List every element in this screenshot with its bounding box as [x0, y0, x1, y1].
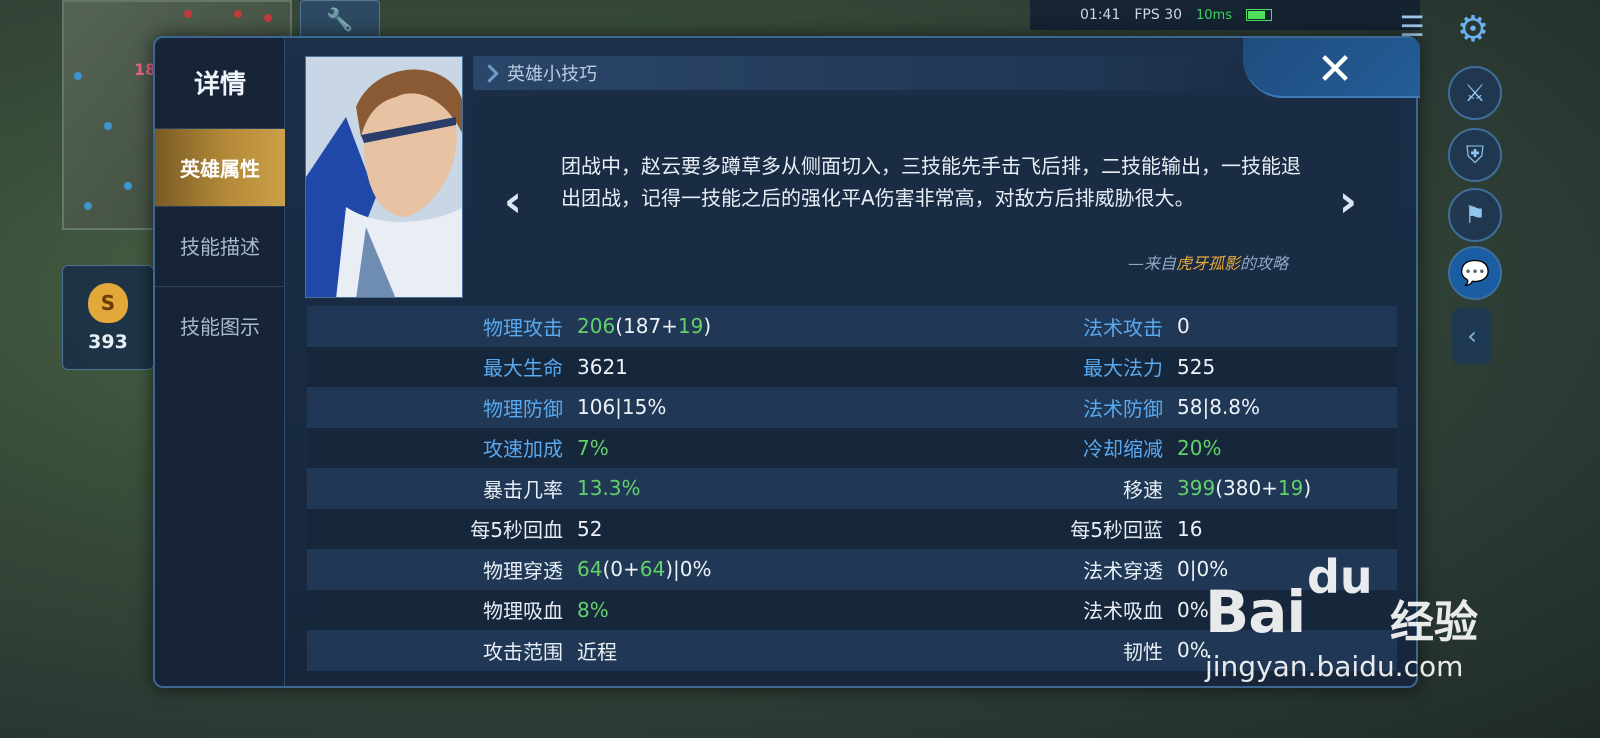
stat-label: 移速 [1123, 477, 1163, 502]
tip-source-prefix: —来自 [1127, 254, 1176, 273]
battery-icon [1246, 9, 1272, 21]
flag-icon[interactable]: ⚑ [1448, 188, 1502, 242]
stat-value: 525 [1177, 354, 1216, 379]
dialog-title: 详情 [193, 70, 246, 100]
hero-portrait-art [306, 57, 462, 297]
stat-value: 3621 [577, 354, 628, 379]
stat-value: 58|8.8% [1177, 395, 1260, 420]
chat-icon[interactable]: 💬 [1448, 246, 1502, 300]
stat-value: 20% [1177, 435, 1222, 460]
stat-value: 64(0+64)|0% [577, 557, 712, 582]
tab-skill-description[interactable]: 技能描述 [155, 206, 285, 284]
stat-value: 13.3% [577, 476, 641, 501]
stat-value: 8% [577, 597, 609, 622]
tip-source: —来自虎牙孤影的攻略 [1128, 250, 1288, 274]
gold-value: 393 [88, 330, 128, 353]
tips-header: 英雄小技巧 [473, 56, 1233, 90]
hero-portrait [305, 56, 463, 298]
stat-row: 攻速加成 7% 冷却缩减 20% [307, 427, 1397, 468]
prev-tip-button[interactable]: ‹ [493, 176, 533, 227]
stat-value: 106|15% [577, 395, 667, 420]
baidu-jingyan-watermark: Bai du 经验 jingyan.baidu.com [1205, 550, 1595, 690]
stat-value: 52 [577, 516, 603, 541]
stat-label: 法术防御 [1083, 396, 1163, 421]
enemy-marker [184, 10, 192, 18]
watermark-paw: du [1307, 550, 1373, 604]
stat-value: 206(187+19) [577, 314, 712, 339]
watermark-jingyan: 经验 [1390, 597, 1478, 648]
stat-label: 冷却缩减 [1083, 437, 1163, 462]
tip-text: 团战中，赵云要多蹲草多从侧面切入，三技能先手击飞后排，二技能输出，一技能退出团战… [561, 154, 1301, 210]
gold-bag-icon: S [88, 282, 128, 323]
ally-marker [84, 202, 92, 210]
stat-label: 物理防御 [483, 396, 563, 421]
stat-label: 韧性 [1123, 639, 1163, 664]
stat-value: 近程 [577, 639, 617, 664]
collapse-icon[interactable]: ‹ [1452, 308, 1492, 364]
tip-panel: ‹ 团战中，赵云要多蹲草多从侧面切入，三技能先手击飞后排，二技能输出，一技能退出… [473, 98, 1398, 298]
wrench-icon[interactable]: 🔧 [300, 0, 380, 40]
enemy-marker [234, 10, 242, 18]
stat-label: 每5秒回血 [470, 518, 563, 543]
stat-label: 最大法力 [1083, 356, 1163, 381]
watermark-brand: Bai [1205, 578, 1306, 646]
stat-value: 16 [1177, 516, 1203, 541]
tab-hero-attributes[interactable]: 英雄属性 [155, 128, 285, 206]
stat-value: 7% [577, 435, 609, 460]
stat-label: 攻击范围 [483, 639, 563, 664]
stat-label: 每5秒回蓝 [1070, 518, 1163, 543]
tip-source-suffix: 的攻略 [1239, 254, 1288, 273]
stat-row: 每5秒回血 52 每5秒回蓝 16 [307, 508, 1397, 549]
fps-readout: FPS 30 [1134, 7, 1183, 23]
stat-row: 物理攻击 206(187+19) 法术攻击 0 [307, 306, 1397, 347]
timer: 01:41 [1080, 7, 1121, 23]
stat-label: 物理穿透 [483, 558, 563, 583]
stat-label: 法术穿透 [1083, 558, 1163, 583]
stat-label: 法术吸血 [1083, 599, 1163, 624]
ally-marker [124, 182, 132, 190]
stat-label: 物理攻击 [483, 315, 563, 340]
stat-row: 暴击几率 13.3% 移速 399(380+19) [307, 468, 1397, 509]
shield-icon[interactable]: ⛨ [1448, 128, 1502, 182]
stat-label: 攻速加成 [483, 437, 563, 462]
stat-label: 最大生命 [483, 356, 563, 381]
ally-marker [74, 72, 82, 80]
enemy-marker [264, 14, 272, 22]
stat-label: 暴击几率 [483, 477, 563, 502]
network-latency: 10ms [1196, 7, 1232, 23]
stat-value: 0 [1177, 314, 1190, 339]
gold-panel[interactable]: S 393 [62, 265, 154, 370]
top-status-bar: 01:41 FPS 30 10ms [1030, 0, 1420, 30]
dialog-sidebar: 详情 英雄属性 技能描述 技能图示 [155, 38, 285, 686]
ally-marker [104, 122, 112, 130]
tip-source-author[interactable]: 虎牙孤影 [1176, 254, 1240, 273]
stat-label: 法术攻击 [1083, 315, 1163, 340]
stat-row: 最大生命 3621 最大法力 525 [307, 346, 1397, 387]
sword-icon[interactable]: ⚔ [1448, 66, 1502, 120]
close-button[interactable]: ✕ [1310, 44, 1360, 95]
next-tip-button[interactable]: › [1328, 176, 1368, 227]
tab-skill-illustration[interactable]: 技能图示 [155, 286, 285, 364]
stat-row: 物理防御 106|15% 法术防御 58|8.8% [307, 387, 1397, 428]
stat-label: 物理吸血 [483, 599, 563, 624]
watermark-url: jingyan.baidu.com [1205, 650, 1464, 683]
stat-value: 399(380+19) [1177, 476, 1312, 501]
